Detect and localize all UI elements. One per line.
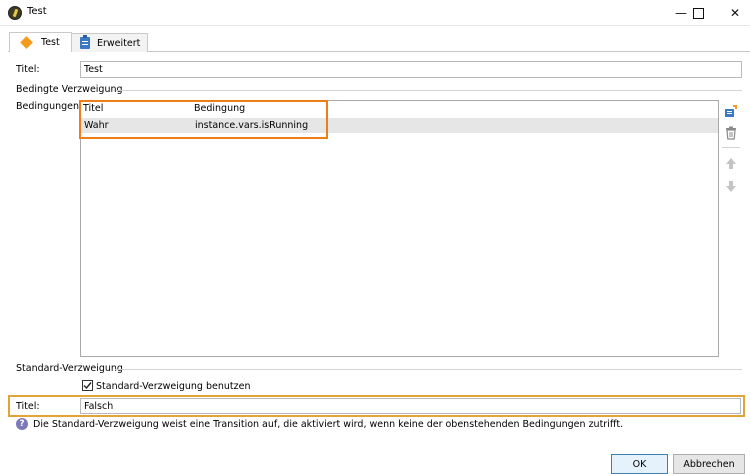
- add-condition-icon[interactable]: [723, 103, 739, 119]
- move-up-icon[interactable]: [723, 155, 739, 171]
- tab-label: Erweitert: [97, 37, 141, 49]
- default-checkbox-label[interactable]: Standard-Verzweigung benutzen: [96, 381, 250, 392]
- title-bar: [0, 0, 750, 26]
- default-title-input[interactable]: Falsch: [80, 398, 741, 414]
- clipboard-icon: [80, 35, 90, 49]
- tab-test[interactable]: Test: [9, 32, 72, 52]
- delete-icon[interactable]: [723, 125, 739, 141]
- default-section-heading: Standard-Verzweigung: [16, 363, 123, 374]
- tab-label: Test: [41, 37, 60, 48]
- move-down-icon[interactable]: [723, 178, 739, 194]
- app-icon: [8, 6, 22, 20]
- help-icon: ?: [16, 418, 28, 430]
- section-divider: [116, 90, 742, 91]
- highlight-box: [79, 100, 328, 139]
- ok-button[interactable]: OK: [611, 454, 668, 474]
- title-label: Titel:: [16, 64, 40, 75]
- diamond-icon: [20, 36, 33, 49]
- title-input[interactable]: Test: [80, 61, 742, 78]
- tab-erweitert[interactable]: Erweitert: [71, 33, 148, 52]
- conditions-label: Bedingungen:: [16, 101, 83, 112]
- window-title: Test: [27, 6, 47, 17]
- default-checkbox[interactable]: [82, 380, 93, 391]
- toolbar-divider: [722, 147, 740, 148]
- default-title-label: Titel:: [16, 401, 40, 412]
- close-icon[interactable]: ✕: [712, 0, 750, 26]
- cancel-button[interactable]: Abbrechen: [673, 454, 745, 474]
- info-text: Die Standard-Verzweigung weist eine Tran…: [33, 419, 624, 430]
- conditional-section-heading: Bedingte Verzweigung: [16, 84, 123, 95]
- section-divider: [115, 369, 742, 370]
